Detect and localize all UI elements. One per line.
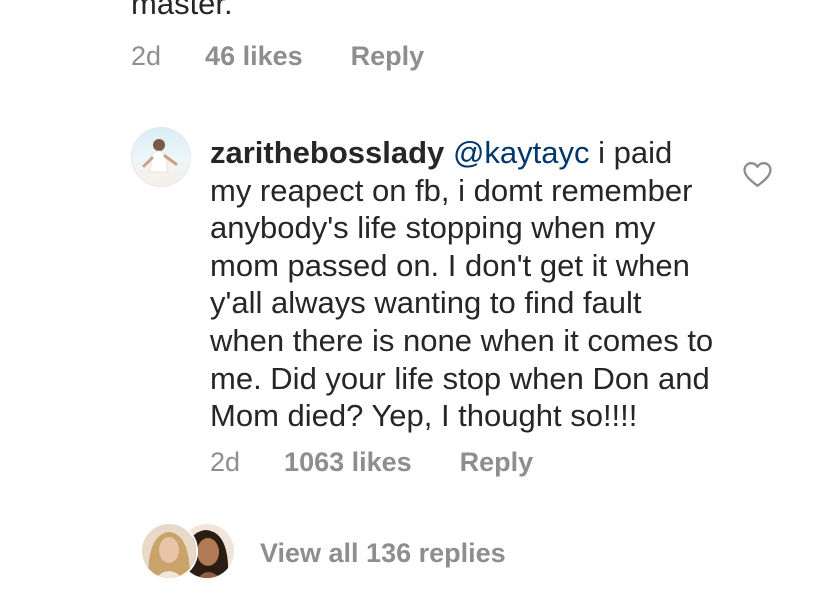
comment-time: 2d	[131, 41, 162, 71]
avatar[interactable]	[131, 127, 191, 187]
view-all-replies-link[interactable]: View all 136 replies	[260, 537, 506, 569]
previous-comment-text: master.	[131, 0, 233, 21]
comment-meta: 2d 1063 likes Reply	[210, 446, 533, 478]
likes-count[interactable]: 46 likes	[205, 40, 303, 72]
reply-button[interactable]: Reply	[351, 40, 425, 72]
previous-comment-meta: 2d 46 likes Reply	[131, 40, 424, 72]
avatar-image	[132, 128, 190, 186]
likes-count[interactable]: 1063 likes	[284, 446, 412, 478]
mention-link[interactable]: @kaytayc	[453, 135, 590, 170]
comment-body: zarithebosslady @kaytayc i paid my reape…	[210, 134, 720, 435]
comment-time: 2d	[210, 447, 241, 477]
reply-button[interactable]: Reply	[460, 446, 534, 478]
comment-text: i paid my reapect on fb, i domt remember…	[210, 135, 714, 434]
reply-avatar	[140, 522, 198, 580]
reply-avatars	[140, 522, 240, 582]
comment-username[interactable]: zarithebosslady	[210, 135, 444, 170]
heart-outline-icon[interactable]	[742, 159, 773, 188]
